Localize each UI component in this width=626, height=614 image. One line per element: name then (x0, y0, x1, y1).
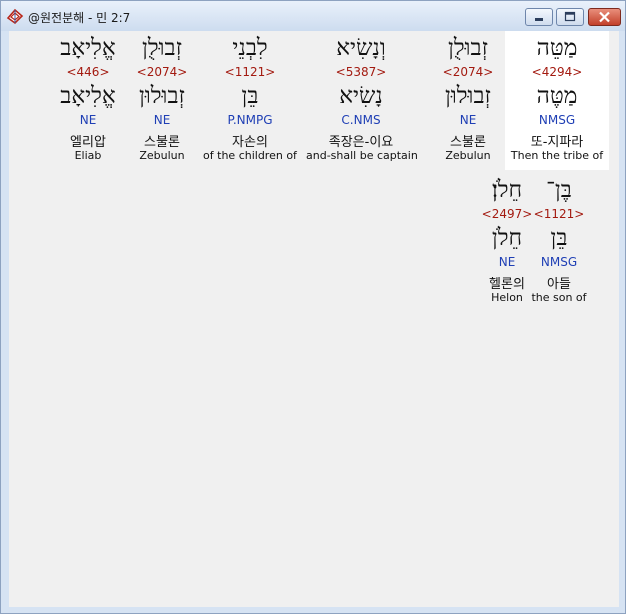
parsing-code: NE (459, 113, 477, 127)
word-cell[interactable]: חֵלֹן׃ <2497> חֵלֹן NE 헬론의 Helon (452, 173, 562, 313)
hebrew-text: חֵלֹן׃ (491, 177, 523, 203)
korean-gloss: 엘리압 (70, 135, 106, 150)
korean-gloss: 족장은-이요 (328, 135, 394, 150)
lemma-text: זְבוּלוּן (445, 83, 491, 109)
strong-number[interactable]: <2074> (413, 65, 523, 79)
lemma-text: נָשִׂיא (339, 83, 383, 109)
bible-book-icon (6, 8, 24, 25)
lemma-text: חֵלֹן (491, 225, 523, 251)
korean-gloss: 헬론의 (489, 277, 525, 292)
word-cell[interactable]: אֱלִיאָב <446> אֱלִיאָב NE 엘리압 Eliab (33, 31, 143, 171)
english-gloss: Zebulun (445, 149, 491, 162)
english-gloss: Eliab (74, 149, 102, 162)
window-title: @원전분해 - 민 2:7 (28, 11, 131, 25)
window-bottom-border (9, 607, 619, 613)
hebrew-text: וְנָשִׂיא (336, 35, 386, 61)
minimize-icon (535, 18, 543, 21)
english-gloss: Helon (491, 291, 523, 304)
close-button[interactable] (588, 8, 621, 26)
strong-number[interactable]: <5387> (306, 65, 416, 79)
app-window: @원전분해 - 민 2:7 מַטֵּה <4294> מַטֶּה NMSG … (0, 0, 626, 614)
word-cell[interactable]: זְבוּלֻן <2074> זְבוּלוּן NE 스불론 Zebulun (413, 31, 523, 171)
lemma-text: אֱלִיאָב (60, 83, 116, 109)
maximize-icon (564, 11, 576, 22)
close-icon (599, 11, 610, 23)
parsing-code: NE (498, 255, 516, 269)
maximize-button[interactable] (556, 8, 584, 26)
strong-number[interactable]: <2497> (452, 207, 562, 221)
word-cell[interactable]: וְנָשִׂיא <5387> נָשִׂיא C.NMS 족장은-이요 an… (306, 31, 418, 171)
parsing-code: C.NMS (341, 113, 381, 127)
english-gloss: and-shall be captain (306, 149, 418, 162)
korean-gloss: 스불론 (450, 135, 486, 150)
interlinear-panel: מַטֵּה <4294> מַטֶּה NMSG 또-지파라 Then the… (9, 31, 619, 607)
title-bar[interactable]: @원전분해 - 민 2:7 (1, 1, 625, 31)
parsing-code: NE (79, 113, 97, 127)
strong-number[interactable]: <446> (33, 65, 143, 79)
hebrew-text: זְבוּלֻן (447, 35, 488, 61)
hebrew-text: אֱלִיאָב (60, 35, 116, 61)
minimize-button[interactable] (525, 8, 553, 26)
